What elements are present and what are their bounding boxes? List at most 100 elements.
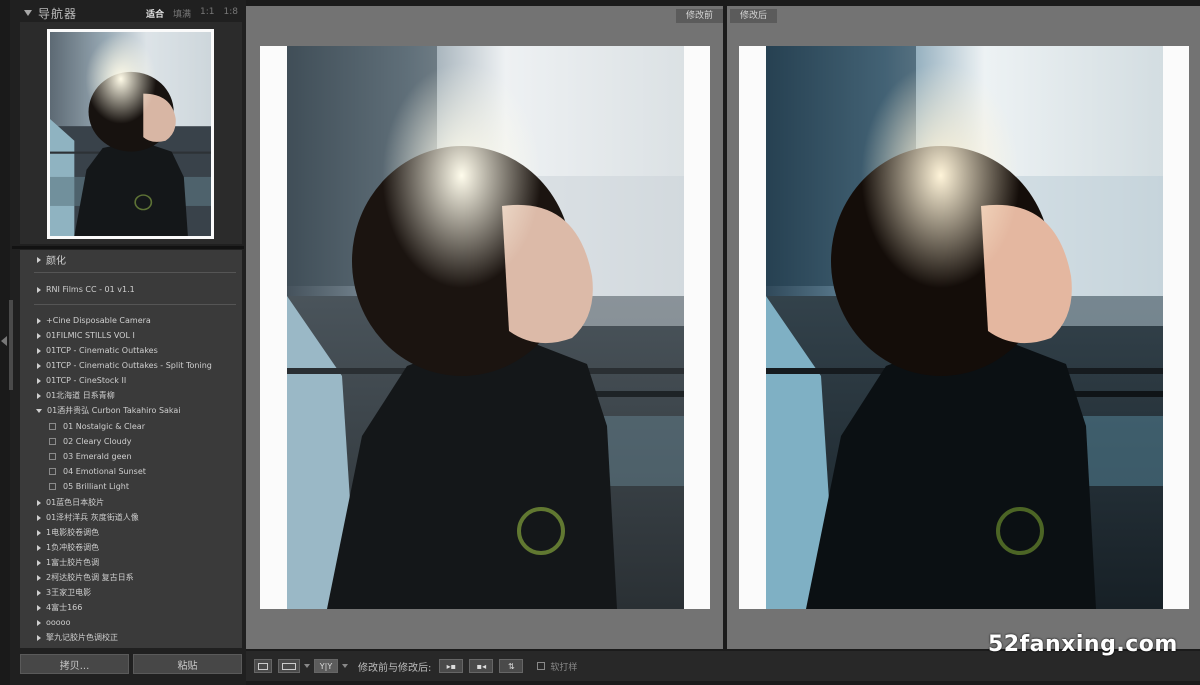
copy-settings-reverse-icon: ▪◂ bbox=[476, 661, 487, 671]
preset-group-label: 4富士166 bbox=[46, 603, 83, 612]
preset-item[interactable]: 01 Nostalgic & Clear bbox=[20, 420, 242, 433]
before-photo bbox=[287, 46, 684, 609]
preset-group[interactable]: 擎九记胶片色调校正 bbox=[20, 631, 242, 644]
preset-group[interactable]: 1富士胶片色调 bbox=[20, 556, 242, 569]
before-photo-frame[interactable] bbox=[260, 46, 710, 609]
expand-icon[interactable] bbox=[37, 317, 41, 324]
expand-icon[interactable] bbox=[37, 256, 41, 263]
preset-item-label: 04 Emotional Sunset bbox=[63, 467, 146, 476]
preset-group[interactable]: 01TCP - CineStock II bbox=[20, 374, 242, 387]
preset-item-icon bbox=[49, 453, 56, 460]
expand-icon[interactable] bbox=[37, 544, 41, 551]
preset-group-label: ooooo bbox=[46, 618, 71, 627]
preset-group-label: 01FILMIC STILLS VOL I bbox=[46, 331, 135, 340]
expand-icon[interactable] bbox=[37, 604, 41, 611]
before-label: 修改前 bbox=[675, 9, 723, 23]
preset-group[interactable]: 颜化 bbox=[20, 253, 242, 267]
preset-group[interactable]: 01北海道 日系青柳 bbox=[20, 389, 242, 402]
expand-icon[interactable] bbox=[37, 286, 41, 293]
preset-item-label: 02 Cleary Cloudy bbox=[63, 437, 132, 446]
before-after-mode-button[interactable]: Y|Y bbox=[314, 659, 338, 673]
expand-icon[interactable] bbox=[37, 559, 41, 566]
compare-view-icon bbox=[282, 662, 296, 670]
preset-group-label: 擎九记胶片色调校正 bbox=[46, 633, 118, 642]
compare-view-button[interactable] bbox=[278, 659, 300, 673]
preset-group-label: RNI Films CC - 01 v1.1 bbox=[46, 285, 135, 294]
preset-group[interactable]: RNI Films CC - 01 v1.1 bbox=[20, 283, 242, 296]
preset-item-label: 05 Brilliant Light bbox=[63, 482, 130, 491]
before-pane[interactable]: 修改前 bbox=[246, 6, 723, 649]
swap-before-after-button[interactable]: ⇅ bbox=[499, 659, 524, 673]
navigator-thumbnail[interactable] bbox=[47, 29, 214, 239]
expand-icon[interactable] bbox=[37, 392, 41, 399]
after-pane[interactable]: 修改后 bbox=[727, 6, 1200, 649]
copy-after-to-before-button[interactable]: ▪◂ bbox=[469, 659, 494, 673]
navigator-preview[interactable] bbox=[20, 22, 242, 244]
panel-divider bbox=[12, 246, 244, 249]
preset-group-label: 1电影胶卷调色 bbox=[46, 528, 100, 537]
preset-item[interactable]: 05 Brilliant Light bbox=[20, 480, 242, 493]
expand-icon[interactable] bbox=[37, 514, 41, 521]
expand-icon[interactable] bbox=[37, 634, 41, 641]
preset-group[interactable]: 2柯达胶片色调 复古日系 bbox=[20, 571, 242, 584]
collapse-panel-icon[interactable] bbox=[1, 336, 7, 346]
preset-group[interactable]: 01FILMIC STILLS VOL I bbox=[20, 329, 242, 342]
expand-icon[interactable] bbox=[37, 347, 41, 354]
preset-group-label: 01TCP - Cinematic Outtakes bbox=[46, 346, 158, 355]
after-label: 修改后 bbox=[730, 9, 778, 23]
preset-group[interactable]: 01TCP - Cinematic Outtakes - Split Tonin… bbox=[20, 359, 242, 372]
after-photo-frame[interactable] bbox=[739, 46, 1189, 609]
zoom-fit[interactable]: 适合 bbox=[146, 7, 164, 20]
expand-icon[interactable] bbox=[37, 377, 41, 384]
navigator-collapse-icon[interactable] bbox=[24, 10, 32, 16]
preset-group-label: 01北海道 日系青柳 bbox=[46, 391, 115, 400]
loupe-view-button[interactable] bbox=[254, 659, 272, 673]
mode-dropdown-icon[interactable] bbox=[342, 664, 348, 668]
preset-item-icon bbox=[49, 438, 56, 445]
preset-group[interactable]: 01TCP - Cinematic Outtakes bbox=[20, 344, 242, 357]
preset-group[interactable]: ooooo bbox=[20, 616, 242, 629]
preset-item-label: 01 Nostalgic & Clear bbox=[63, 422, 145, 431]
preset-group-label: +Cine Disposable Camera bbox=[46, 316, 151, 325]
copy-settings-icon: ▸▪ bbox=[446, 661, 457, 671]
zoom-1-8[interactable]: 1:8 bbox=[224, 7, 238, 20]
preset-divider bbox=[34, 304, 236, 305]
copy-button[interactable]: 拷贝... bbox=[20, 654, 129, 674]
expand-icon[interactable] bbox=[37, 619, 41, 626]
expand-icon[interactable] bbox=[37, 362, 41, 369]
preset-group-label: 01蓝色日本胶片 bbox=[46, 498, 105, 507]
preset-group[interactable]: 3王家卫电影 bbox=[20, 586, 242, 599]
expand-icon[interactable] bbox=[37, 529, 41, 536]
paste-button[interactable]: 粘贴 bbox=[133, 654, 242, 674]
expand-icon[interactable] bbox=[37, 574, 41, 581]
preset-group-open[interactable]: 01酒井贵弘 Curbon Takahiro Sakai bbox=[20, 404, 242, 417]
copy-before-to-after-button[interactable]: ▸▪ bbox=[439, 659, 464, 673]
expand-icon[interactable] bbox=[37, 332, 41, 339]
preset-group-label: 2柯达胶片色调 复古日系 bbox=[46, 573, 134, 582]
zoom-fill[interactable]: 填满 bbox=[173, 7, 191, 20]
preset-group-label: 3王家卫电影 bbox=[46, 588, 92, 597]
preset-group-label: 01泽村洋兵 灰度街道人像 bbox=[46, 513, 139, 522]
preset-group[interactable]: 1电影胶卷调色 bbox=[20, 526, 242, 539]
preset-group-label: 1富士胶片色调 bbox=[46, 558, 100, 567]
preset-group[interactable]: 1负冲胶卷调色 bbox=[20, 541, 242, 554]
preset-group[interactable]: +Cine Disposable Camera bbox=[20, 314, 242, 327]
preset-group-label: 01酒井贵弘 Curbon Takahiro Sakai bbox=[47, 406, 181, 415]
preset-item-icon bbox=[49, 468, 56, 475]
soft-proof-checkbox[interactable] bbox=[537, 662, 546, 670]
navigator-header[interactable]: 导航器 适合 填满 1:1 1:8 bbox=[12, 4, 244, 22]
expand-icon[interactable] bbox=[37, 499, 41, 506]
preset-item[interactable]: 03 Emerald geen bbox=[20, 450, 242, 463]
left-panel: 导航器 适合 填满 1:1 1:8 颜化 RNI Films CC - 01 v… bbox=[0, 0, 246, 685]
preset-group[interactable]: 01蓝色日本胶片 bbox=[20, 496, 242, 509]
zoom-1-1[interactable]: 1:1 bbox=[200, 7, 214, 20]
after-photo bbox=[766, 46, 1163, 609]
preset-group[interactable]: 4富士166 bbox=[20, 601, 242, 614]
preset-scrollbar[interactable] bbox=[9, 300, 13, 390]
preset-group[interactable]: 01泽村洋兵 灰度街道人像 bbox=[20, 511, 242, 524]
preset-item[interactable]: 04 Emotional Sunset bbox=[20, 465, 242, 478]
preset-item[interactable]: 02 Cleary Cloudy bbox=[20, 435, 242, 448]
collapse-icon[interactable] bbox=[36, 408, 42, 413]
expand-icon[interactable] bbox=[37, 589, 41, 596]
view-options-dropdown-icon[interactable] bbox=[304, 664, 310, 668]
